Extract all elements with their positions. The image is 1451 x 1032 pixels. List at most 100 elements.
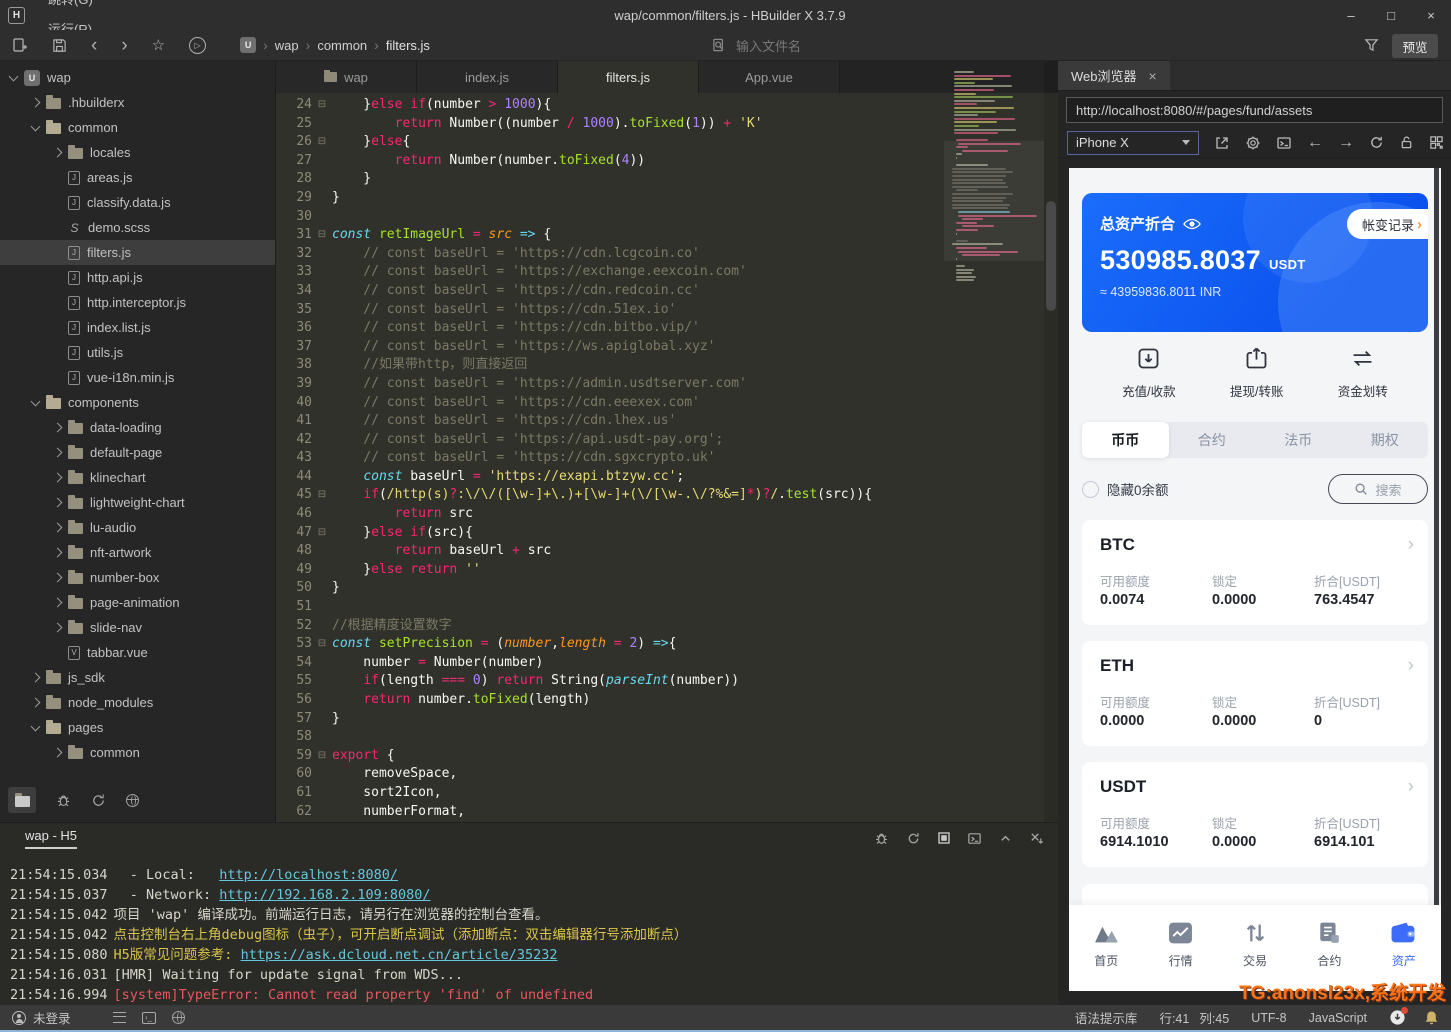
code-area[interactable]: 24 ⊟ }else if(number > 1000){25 return Nu… [276, 93, 1058, 822]
line-number[interactable]: 41 [276, 412, 312, 431]
line-number[interactable]: 57 [276, 710, 312, 729]
line-number[interactable]: 39 [276, 375, 312, 394]
browser-tab-close-icon[interactable]: × [1149, 68, 1157, 84]
login-status[interactable]: 未登录 [12, 1008, 71, 1027]
tree-item-pages[interactable]: pages [0, 715, 275, 740]
browser-tab[interactable]: Web浏览器 × [1058, 61, 1170, 90]
line-number[interactable]: 26 [276, 133, 312, 152]
editor-tab-filters.js[interactable]: filters.js [558, 61, 699, 93]
minimap-viewport[interactable] [944, 141, 1044, 261]
breadcrumb-item-wap[interactable]: wap [275, 38, 299, 53]
status-item-1[interactable]: 行:41 [1159, 1008, 1189, 1027]
tree-item-common[interactable]: common [0, 115, 275, 140]
breadcrumb-item-common[interactable]: common [317, 38, 367, 53]
line-number[interactable]: 58 [276, 728, 312, 747]
line-number[interactable]: 46 [276, 505, 312, 524]
editor-tab-App.vue[interactable]: App.vue [699, 61, 840, 93]
tree-item-index.list.js[interactable]: Jindex.list.js [0, 315, 275, 340]
tree-item-data-loading[interactable]: data-loading [0, 415, 275, 440]
editor-tab-index.js[interactable]: index.js [417, 61, 558, 93]
tree-item-http.interceptor.js[interactable]: Jhttp.interceptor.js [0, 290, 275, 315]
withdraw-button[interactable]: 提现/转账 [1230, 345, 1283, 400]
console-tab[interactable]: wap - H5 [25, 828, 78, 849]
minimize-button[interactable]: – [1331, 0, 1371, 30]
market-tab-合约[interactable]: 合约 [1169, 422, 1256, 458]
settings-gear-icon[interactable] [1245, 135, 1261, 151]
account-records-button[interactable]: 帐变记录 › [1346, 209, 1428, 239]
status-item-0[interactable]: 语法提示库 [1075, 1008, 1138, 1027]
line-number[interactable]: 59 [276, 747, 312, 766]
line-number[interactable]: 42 [276, 431, 312, 450]
maximize-button[interactable]: □ [1371, 0, 1411, 30]
market-tab-币币[interactable]: 币币 [1082, 422, 1169, 458]
log-link[interactable]: https://ask.dcloud.net.cn/article/35232 [241, 945, 558, 965]
minimap[interactable] [944, 69, 1044, 284]
line-number[interactable]: 25 [276, 115, 312, 134]
line-number[interactable]: 45 [276, 486, 312, 505]
status-item-3[interactable]: UTF-8 [1251, 1011, 1286, 1025]
explorer-view-icon[interactable] [8, 787, 36, 813]
tree-item-lu-audio[interactable]: lu-audio [0, 515, 275, 540]
status-item-4[interactable]: JavaScript [1309, 1011, 1367, 1025]
status-item-2[interactable]: 列:45 [1199, 1008, 1229, 1027]
debug-view-icon[interactable] [56, 793, 71, 808]
line-number[interactable]: 49 [276, 561, 312, 580]
line-number[interactable]: 34 [276, 282, 312, 301]
line-number[interactable]: 47 [276, 524, 312, 543]
tree-item-locales[interactable]: locales [0, 140, 275, 165]
line-number[interactable]: 27 [276, 152, 312, 171]
nav-forward-icon[interactable]: → [1338, 134, 1354, 151]
line-number[interactable]: 35 [276, 301, 312, 320]
tree-item-wap[interactable]: Uwap [0, 65, 275, 90]
bell-icon[interactable] [1424, 1010, 1439, 1026]
log-link[interactable]: http://192.168.2.109:8080/ [219, 885, 430, 905]
bookmark-icon[interactable]: ☆ [152, 36, 165, 54]
filter-icon[interactable] [1364, 37, 1379, 52]
line-number[interactable]: 31 [276, 226, 312, 245]
coin-card-ETH[interactable]: ETH › 可用额度 0.0000 锁定 0.0000 折合[USDT] 0 [1082, 641, 1428, 746]
fold-marker-icon[interactable]: ⊟ [312, 524, 332, 543]
open-external-icon[interactable] [1214, 135, 1230, 151]
nav-back-icon[interactable]: ← [1307, 134, 1323, 151]
tree-item-lightweight-chart[interactable]: lightweight-chart [0, 490, 275, 515]
tree-item-js_sdk[interactable]: js_sdk [0, 665, 275, 690]
browser-view-icon[interactable] [126, 793, 139, 807]
line-number[interactable]: 40 [276, 394, 312, 413]
eye-icon[interactable] [1183, 218, 1201, 230]
line-number[interactable]: 56 [276, 691, 312, 710]
line-number[interactable]: 55 [276, 672, 312, 691]
tree-item-filters.js[interactable]: Jfilters.js [0, 240, 275, 265]
line-number[interactable]: 30 [276, 208, 312, 227]
line-number[interactable]: 29 [276, 189, 312, 208]
fold-marker-icon[interactable]: ⊟ [312, 133, 332, 152]
tree-item-node_modules[interactable]: node_modules [0, 690, 275, 715]
breadcrumb-item-filters[interactable]: filters.js [386, 38, 430, 53]
line-number[interactable]: 51 [276, 598, 312, 617]
unlock-icon[interactable] [1399, 135, 1414, 150]
editor-tab-wap[interactable]: wap [276, 61, 417, 93]
tree-item-vue-i18n.min.js[interactable]: Jvue-i18n.min.js [0, 365, 275, 390]
back-icon[interactable]: ‹ [91, 36, 97, 55]
device-selector[interactable]: iPhone X [1067, 130, 1199, 155]
collapse-icon[interactable] [999, 832, 1012, 845]
restart-icon[interactable] [906, 831, 921, 846]
tree-item-nft-artwork[interactable]: nft-artwork [0, 540, 275, 565]
nav-item-行情[interactable]: 行情 [1143, 905, 1217, 991]
terminal-icon[interactable]: ›_ [141, 1011, 156, 1024]
close-button[interactable]: × [1411, 0, 1451, 30]
log-link[interactable]: http://localhost:8080/ [219, 865, 398, 885]
update-download-icon[interactable] [1389, 1007, 1408, 1026]
line-number[interactable]: 43 [276, 449, 312, 468]
preview-button[interactable]: 预览 [1392, 34, 1438, 58]
scrollbar-thumb[interactable] [1046, 201, 1056, 311]
tree-item-http.api.js[interactable]: Jhttp.api.js [0, 265, 275, 290]
save-icon[interactable] [52, 38, 67, 53]
editor-scrollbar[interactable] [1044, 61, 1058, 822]
tree-item-number-box[interactable]: number-box [0, 565, 275, 590]
tree-item-.hbuilderx[interactable]: .hbuilderx [0, 90, 275, 115]
line-number[interactable]: 50 [276, 579, 312, 598]
clear-icon[interactable] [1029, 831, 1044, 846]
qr-code-icon[interactable] [1429, 135, 1444, 150]
menu-跳转(G)[interactable]: 跳转(G) [37, 0, 104, 15]
market-tab-法币[interactable]: 法币 [1255, 422, 1342, 458]
